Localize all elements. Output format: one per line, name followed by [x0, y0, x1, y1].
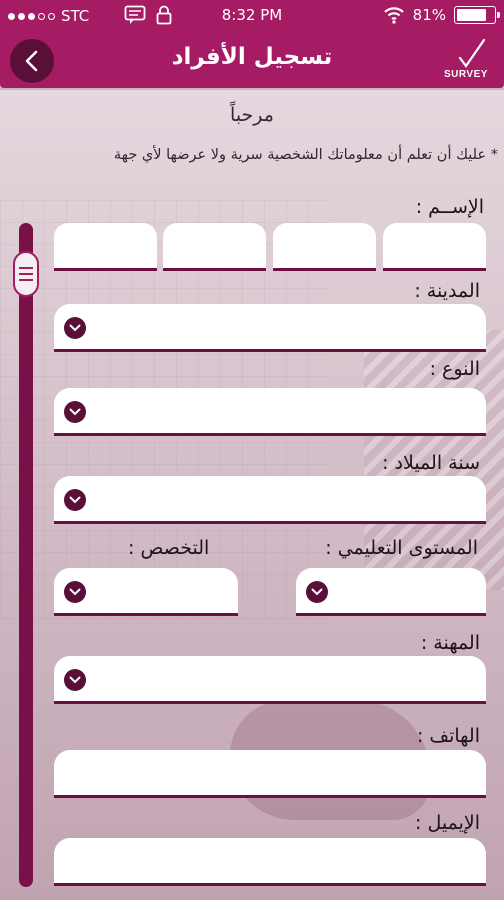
chevron-down-icon [64, 489, 86, 511]
profession-label: المهنة : [420, 632, 480, 654]
status-bar: STC 8:32 PM 81% [0, 0, 504, 32]
battery-fill [457, 9, 487, 21]
battery-icon [454, 6, 500, 24]
gender-label: النوع : [429, 358, 480, 380]
app-header: تسجيل الأفراد SURVEY [0, 32, 504, 88]
city-label: المدينة : [414, 280, 480, 302]
status-right: 81% [383, 6, 500, 24]
scrollbar-thumb[interactable] [13, 251, 39, 297]
chevron-down-icon [64, 317, 86, 339]
survey-logo: SURVEY [444, 38, 490, 82]
name-input-3[interactable] [163, 223, 266, 271]
wifi-icon [383, 7, 404, 24]
chevron-down-icon [64, 401, 86, 423]
phone-label: الهاتف : [416, 725, 480, 747]
battery-percent: 81% [412, 6, 446, 24]
chevron-down-icon [64, 669, 86, 691]
chevron-down-icon [64, 581, 86, 603]
privacy-notice: * عليك أن تعلم أن معلوماتك الشخصية سرية … [113, 147, 498, 163]
profession-dropdown[interactable] [54, 656, 486, 704]
logo-text: SURVEY [444, 69, 488, 80]
scrollbar-track[interactable] [19, 223, 33, 887]
email-label: الإيميل : [415, 812, 480, 834]
education-label: المستوى التعليمي : [325, 537, 478, 559]
specialization-dropdown[interactable] [54, 568, 238, 616]
chevron-down-icon [306, 581, 328, 603]
page-title: تسجيل الأفراد [171, 44, 333, 70]
phone-input[interactable] [54, 750, 486, 798]
city-dropdown[interactable] [54, 304, 486, 352]
name-input-1[interactable] [383, 223, 486, 271]
name-input-4[interactable] [54, 223, 157, 271]
education-dropdown[interactable] [296, 568, 486, 616]
email-input[interactable] [54, 838, 486, 886]
gender-dropdown[interactable] [54, 388, 486, 436]
specialization-label: التخصص : [128, 537, 210, 559]
birth-year-dropdown[interactable] [54, 476, 486, 524]
name-label: الإســم : [415, 196, 484, 218]
checkmark-icon [458, 38, 486, 68]
birth-year-label: سنة الميلاد : [382, 452, 480, 474]
welcome-text: مرحباً [230, 104, 274, 126]
name-input-2[interactable] [273, 223, 376, 271]
